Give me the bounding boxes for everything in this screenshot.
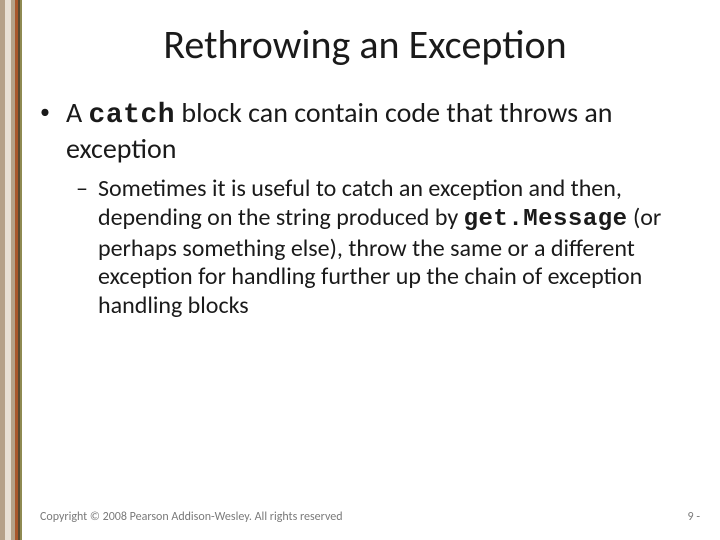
subbullet-text: Sometimes it is useful to catch an excep… <box>98 175 690 321</box>
bullet-dash: – <box>76 175 98 321</box>
slide-title: Rethrowing an Exception <box>40 20 690 69</box>
code-catch: catch <box>89 100 176 131</box>
slide-footer: Copyright © 2008 Pearson Addison-Wesley.… <box>40 510 700 524</box>
bullet-level1: • A catch block can contain code that th… <box>40 96 690 165</box>
slide-content: • A catch block can contain code that th… <box>40 96 690 321</box>
left-decorative-band <box>0 0 22 540</box>
page-number: 9 - <box>688 510 700 524</box>
bullet-dot: • <box>40 96 66 165</box>
copyright-text: Copyright © 2008 Pearson Addison-Wesley.… <box>40 510 343 524</box>
text-run: A <box>66 95 89 130</box>
code-getmessage: get.Message <box>464 206 628 233</box>
bullet-level2: – Sometimes it is useful to catch an exc… <box>76 175 690 321</box>
bullet-text: A catch block can contain code that thro… <box>66 96 690 165</box>
